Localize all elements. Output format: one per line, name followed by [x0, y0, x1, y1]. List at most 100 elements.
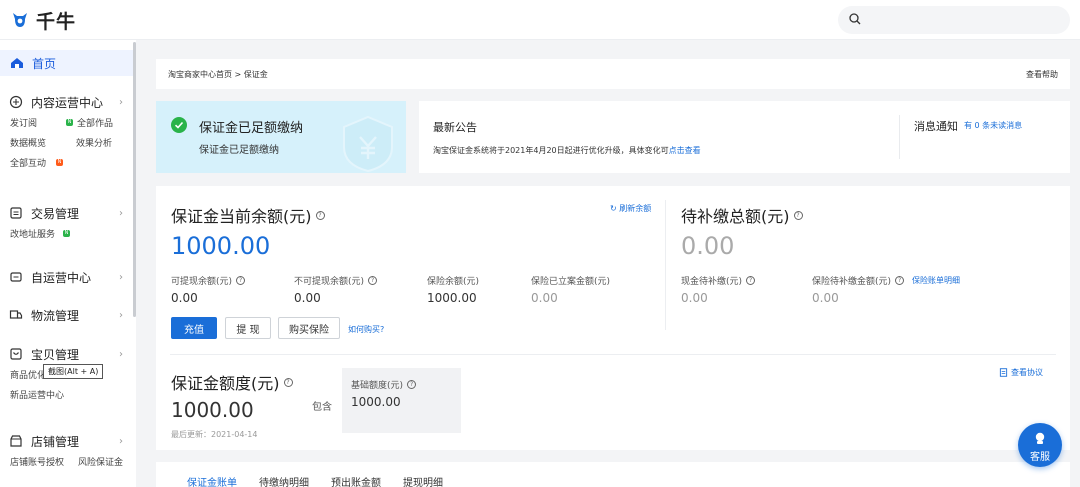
unread-messages-link[interactable]: 有 0 条未读消息: [964, 120, 1022, 131]
withdrawable-balance: 可提现余额(元)? 0.00: [171, 274, 246, 305]
new-badge: N: [66, 118, 73, 126]
recharge-button[interactable]: 充值: [171, 317, 217, 339]
screenshot-tooltip: 截图(Alt + A): [43, 364, 104, 379]
trade-icon: [9, 206, 23, 220]
help-circle-icon[interactable]: ?: [895, 276, 905, 285]
sidebar-item-label: 自运营中心: [31, 270, 92, 285]
qianniu-logo-icon: [10, 10, 30, 30]
how-to-buy-link[interactable]: 如何购买?: [348, 324, 384, 335]
balance-amount: 1000.00: [171, 232, 271, 260]
sidebar-link-risk-deposit[interactable]: 风险保证金: [78, 455, 123, 468]
pending-amount: 0.00: [681, 232, 735, 260]
divider: [665, 200, 666, 330]
chevron-right-icon: ›: [119, 435, 123, 447]
breadcrumb[interactable]: 淘宝商家中心首页 > 保证金: [168, 69, 268, 80]
customer-service-label: 客服: [1030, 452, 1050, 463]
divider: [170, 354, 1056, 355]
non-withdrawable-balance: 不可提现余额(元)? 0.00: [294, 274, 378, 305]
content-ops-icon: [9, 95, 23, 109]
sidebar-item-logistics[interactable]: 物流管理 ›: [0, 305, 133, 325]
notice-view-link[interactable]: 点击查看: [669, 146, 701, 155]
sidebar-section-trade: 交易管理 › 改地址服务 N: [0, 203, 133, 243]
sidebar-link-new-item-center[interactable]: 新品运营中心: [10, 388, 64, 401]
search-icon: [848, 12, 862, 26]
sidebar-item-trade[interactable]: 交易管理 ›: [0, 203, 133, 223]
chevron-right-icon: ›: [119, 271, 123, 283]
sidebar-link-change-address[interactable]: 改地址服务 N: [10, 227, 71, 240]
base-quota-value: 1000.00: [351, 395, 401, 409]
shop-icon: [9, 434, 23, 448]
new-badge: N: [63, 229, 71, 237]
help-circle-icon[interactable]: ?: [315, 210, 325, 220]
app-logo[interactable]: 千牛: [10, 8, 77, 33]
sidebar-link-shop-account-auth[interactable]: 店铺账号授权: [10, 455, 66, 468]
divider: [899, 115, 900, 159]
sidebar-item-shop[interactable]: 店铺管理 ›: [0, 431, 133, 451]
sidebar-item-label: 首页: [32, 56, 57, 71]
sidebar-link-effect-analysis[interactable]: 效果分析: [76, 136, 112, 149]
help-circle-icon[interactable]: ?: [368, 276, 378, 285]
home-icon: [10, 56, 24, 70]
notice-body: 淘宝保证金系统将于2021年4月20日起进行优化升级，具体变化可点击查看: [433, 146, 701, 155]
sidebar-item-content-ops[interactable]: 内容运营中心 ›: [0, 92, 133, 112]
sidebar-section-content: 内容运营中心 › 发订阅 N 全部作品 数据概览 效果分析 全部互动 N: [0, 92, 133, 172]
sidebar-section-logistics: 物流管理 ›: [0, 305, 133, 325]
tab-deposit-bill[interactable]: 保证金账单: [187, 474, 237, 487]
refresh-balance-link[interactable]: ↻ 刷新余额: [610, 203, 651, 214]
help-circle-icon[interactable]: ?: [407, 380, 417, 389]
tab-pre-bill-amount[interactable]: 预出账金额: [331, 474, 381, 487]
logistics-icon: [9, 308, 23, 322]
message-notice-title: 消息通知: [914, 120, 958, 133]
sidebar-link-all-interactions[interactable]: 全部互动 N: [10, 156, 64, 169]
chevron-right-icon: ›: [119, 309, 123, 321]
chevron-right-icon: ›: [119, 96, 123, 108]
withdraw-button[interactable]: 提 现: [225, 317, 271, 339]
buy-insurance-button[interactable]: 购买保险: [278, 317, 340, 339]
sidebar-section-shop: 店铺管理 › 店铺账号授权 风险保证金: [0, 431, 133, 471]
contains-label: 包含: [312, 402, 332, 413]
sidebar-link-all-works[interactable]: N 全部作品: [66, 116, 113, 129]
sidebar-item-label: 店铺管理: [31, 434, 80, 449]
insurance-balance: 保险余额(元) 1000.00: [427, 277, 480, 305]
notice-title: 最新公告: [433, 121, 477, 134]
document-icon: [999, 368, 1008, 377]
self-ops-icon: [9, 270, 23, 284]
cash-pending: 现金待补缴(元)? 0.00: [681, 274, 756, 305]
help-circle-icon[interactable]: ?: [746, 276, 756, 285]
help-circle-icon[interactable]: ?: [793, 210, 803, 220]
sidebar-item-self-ops[interactable]: 自运营中心 ›: [0, 267, 133, 287]
sidebar-item-label: 交易管理: [31, 206, 80, 221]
sidebar-item-label: 内容运营中心: [31, 95, 104, 110]
chevron-right-icon: ›: [119, 207, 123, 219]
breadcrumb-bar: 淘宝商家中心首页 > 保证金 查看帮助: [156, 59, 1070, 89]
search-input[interactable]: [838, 6, 1070, 34]
sidebar-item-items[interactable]: 宝贝管理 ›: [0, 344, 133, 364]
refresh-icon: ↻: [610, 204, 620, 213]
check-circle-icon: [171, 117, 187, 133]
bill-tabs: 保证金账单 待缴纳明细 预出账金额 提现明细: [156, 462, 1070, 487]
sidebar-link-data-overview[interactable]: 数据概览: [10, 136, 64, 149]
yen-shield-watermark-icon: [340, 115, 396, 173]
sidebar-scrollbar[interactable]: [133, 42, 136, 317]
pending-title: 待补缴总额(元)?: [681, 203, 803, 227]
sidebar-item-label: 物流管理: [31, 308, 80, 323]
sidebar-item-home[interactable]: 首页: [0, 50, 133, 76]
tab-pending-detail[interactable]: 待缴纳明细: [259, 474, 309, 487]
app-name: 千牛: [36, 10, 77, 33]
help-link[interactable]: 查看帮助: [1026, 69, 1058, 80]
sidebar-link-subscribe[interactable]: 发订阅: [10, 116, 54, 129]
tab-withdraw-detail[interactable]: 提现明细: [403, 474, 443, 487]
new-badge: N: [56, 158, 64, 166]
status-subtitle: 保证金已足额缴纳: [199, 145, 279, 156]
balance-card: 保证金当前余额(元)? ↻ 刷新余额 1000.00 可提现余额(元)? 0.0…: [156, 186, 1070, 450]
top-bar: 千牛: [0, 0, 1080, 40]
view-agreement-link[interactable]: 查看协议: [999, 367, 1043, 378]
customer-service-button[interactable]: 客服: [1018, 423, 1062, 467]
items-icon: [9, 347, 23, 361]
customer-service-icon: [1033, 431, 1047, 445]
help-circle-icon[interactable]: ?: [283, 377, 293, 387]
balance-title: 保证金当前余额(元)?: [171, 203, 325, 227]
help-circle-icon[interactable]: ?: [236, 276, 246, 285]
sidebar-item-label: 宝贝管理: [31, 347, 80, 362]
insurance-bill-link[interactable]: 保险账单明细: [912, 275, 960, 286]
